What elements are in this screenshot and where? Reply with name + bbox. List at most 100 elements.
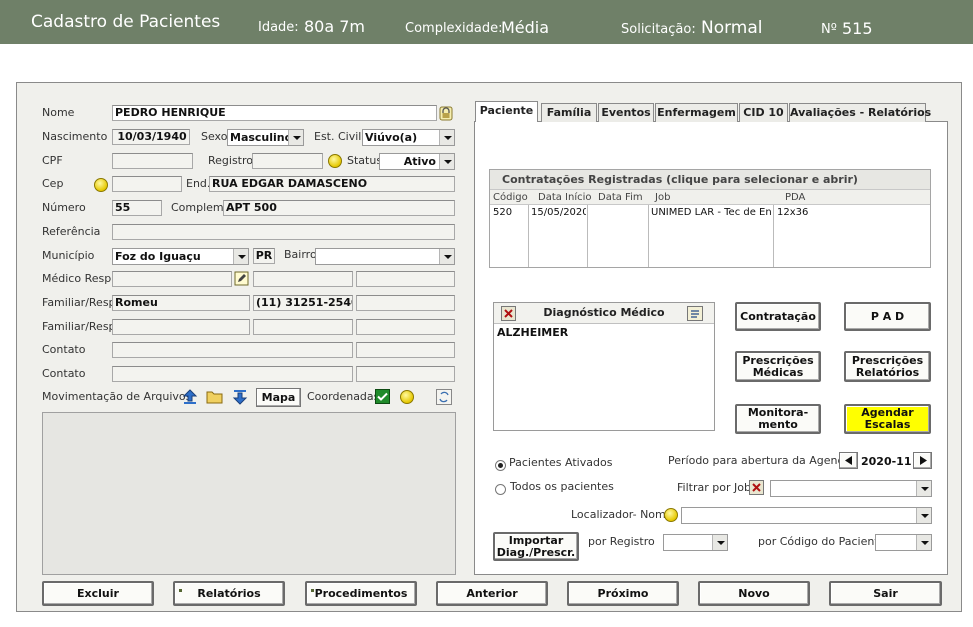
periodo-next-button[interactable] (913, 452, 932, 469)
status-value: Ativo (403, 155, 436, 168)
nome-field[interactable]: PEDRO HENRIQUE (112, 105, 437, 121)
lightbulb-icon[interactable] (326, 152, 343, 169)
filtrar-job-select[interactable] (770, 480, 932, 497)
familiar2-extra-field[interactable] (356, 319, 455, 335)
proximo-button[interactable]: Próximo (567, 581, 679, 606)
importar-diag-button[interactable]: Importar Diag./Prescr. (493, 532, 579, 561)
diagnostico-header: Diagnóstico Médico (494, 303, 714, 324)
anterior-button[interactable]: Anterior (436, 581, 548, 606)
bairro-select[interactable] (315, 248, 455, 265)
excluir-button[interactable]: Excluir (42, 581, 154, 606)
sair-button[interactable]: Sair (829, 581, 942, 606)
familiar2-telefone-field[interactable] (253, 319, 353, 335)
localizador-label: Localizador- Nome (571, 508, 673, 521)
endereco-field[interactable]: RUA EDGAR DAMASCENO (209, 176, 455, 192)
uf-field[interactable]: PR (253, 248, 275, 264)
relatorios-label: Relatórios (197, 586, 261, 600)
relatorios-button[interactable]: Relatórios (173, 581, 285, 606)
contratacoes-title: Contratações Registradas (clique para se… (502, 173, 858, 186)
tab-familia[interactable]: Família (541, 103, 597, 122)
tab-avaliacoes-relatorios[interactable]: Avaliações - Relatórios (789, 103, 931, 122)
monitoramento-button[interactable]: Monitora- mento (735, 404, 821, 434)
nascimento-field[interactable]: 10/03/1940 (112, 129, 190, 145)
contato1-field[interactable] (112, 342, 353, 358)
por-registro-select[interactable] (663, 534, 728, 551)
chevron-down-icon (439, 154, 454, 169)
tab-enfermagem[interactable]: Enfermagem (655, 103, 738, 122)
delete-x-icon[interactable] (748, 479, 765, 496)
col-pda: PDA (785, 192, 806, 203)
list-icon[interactable] (686, 305, 703, 322)
familiar1-telefone-field[interactable]: (11) 31251-2540 (253, 295, 353, 311)
contato1-extra-field[interactable] (356, 342, 455, 358)
localizador-select[interactable] (681, 507, 932, 524)
radio-pacientes-ativados[interactable] (495, 460, 506, 471)
lock-icon[interactable] (437, 105, 454, 122)
por-codigo-select[interactable] (875, 534, 932, 551)
numero-label: Nº (821, 22, 837, 37)
municipio-select[interactable]: Foz do Iguaçu (112, 248, 249, 265)
bullet-icon (311, 589, 314, 592)
numero-label: Número (42, 201, 86, 214)
familiar2-label: Familiar/Resp. (42, 320, 120, 333)
upload-icon[interactable] (181, 388, 198, 405)
tab-cid10[interactable]: CID 10 (739, 103, 788, 122)
familiar1-label: Familiar/Resp (42, 296, 116, 309)
medico-extra-field-2[interactable] (356, 271, 455, 287)
medico-extra-field-1[interactable] (253, 271, 353, 287)
edit-note-icon[interactable] (233, 270, 250, 287)
contato2-extra-field[interactable] (356, 366, 455, 382)
radio-todos-pacientes[interactable] (495, 484, 506, 495)
contato2-field[interactable] (112, 366, 353, 382)
cep-field[interactable] (112, 176, 182, 192)
chevron-down-icon (439, 130, 454, 145)
refresh-icon[interactable] (435, 388, 452, 405)
periodo-prev-button[interactable] (839, 452, 858, 469)
agendar-escalas-button[interactable]: Agendar Escalas (844, 404, 931, 434)
est-civil-value: Viúvo(a) (365, 131, 418, 144)
tab-paciente[interactable]: Paciente (475, 101, 538, 122)
chevron-down-icon (439, 249, 454, 264)
triangle-right-icon (919, 456, 927, 465)
lightbulb-icon[interactable] (398, 388, 415, 405)
contratacao-button[interactable]: Contratação (735, 302, 821, 331)
contratacoes-header-bar: Contratações Registradas (clique para se… (490, 170, 930, 190)
tab-eventos[interactable]: Eventos (598, 103, 654, 122)
novo-button[interactable]: Novo (698, 581, 810, 606)
referencia-field[interactable] (112, 224, 455, 240)
sexo-select[interactable]: Masculino (227, 129, 304, 146)
checkbox-checked-icon[interactable] (374, 388, 391, 405)
bairro-label: Bairro (284, 248, 317, 261)
numero-field[interactable]: 55 (112, 200, 162, 216)
familiar1-nome-field[interactable]: Romeu (112, 295, 250, 311)
familiar1-extra-field[interactable] (356, 295, 455, 311)
col-data-fim: Data Fim (598, 192, 643, 203)
status-select[interactable]: Ativo (379, 153, 455, 170)
mapa-button[interactable]: Mapa (256, 388, 301, 407)
familiar2-nome-field[interactable] (112, 319, 250, 335)
table-row[interactable]: 520 15/05/2020 UNIMED LAR - Tec de Enf 1… (490, 206, 930, 220)
complemento-field[interactable]: APT 500 (223, 200, 455, 216)
prescricoes-relatorios-button[interactable]: Prescrições Relatórios (844, 351, 931, 382)
lightbulb-icon[interactable] (662, 506, 679, 523)
registro-field[interactable] (252, 153, 323, 169)
cpf-label: CPF (42, 154, 63, 167)
chevron-down-icon (916, 508, 931, 523)
solicitacao-value: Normal (701, 18, 763, 38)
medico-field[interactable] (112, 271, 232, 287)
por-registro-label: por Registro (588, 535, 655, 548)
delete-x-icon[interactable] (500, 305, 517, 322)
cpf-field[interactable] (112, 153, 193, 169)
est-civil-select[interactable]: Viúvo(a) (362, 129, 455, 146)
lightbulb-icon[interactable] (92, 176, 109, 193)
pad-button[interactable]: P A D (844, 302, 931, 331)
notes-area[interactable] (42, 412, 456, 575)
diagnostico-text[interactable]: ALZHEIMER (497, 326, 568, 339)
todos-pacientes-label: Todos os pacientes (510, 480, 614, 493)
folder-icon[interactable] (206, 388, 223, 405)
title-bar: Cadastro de Pacientes Idade: 80a 7m Comp… (0, 0, 973, 44)
registro-label: Registro (208, 154, 254, 167)
prescricoes-medicas-button[interactable]: Prescrições Médicas (735, 351, 821, 382)
procedimentos-button[interactable]: Procedimentos (305, 581, 417, 606)
download-icon[interactable] (231, 388, 248, 405)
